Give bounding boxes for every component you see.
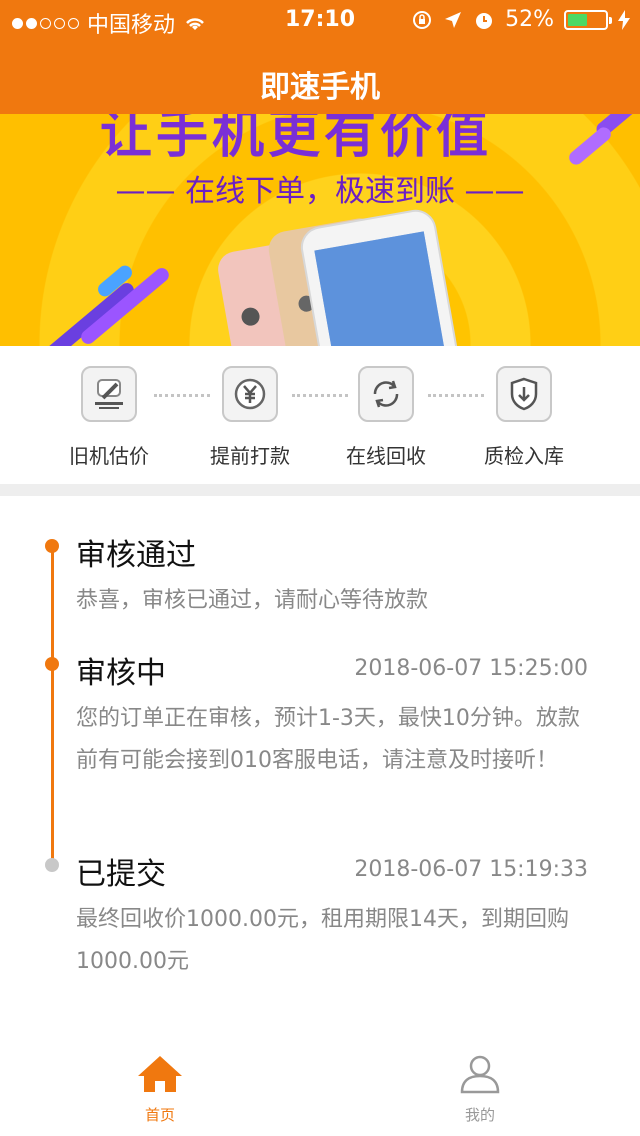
home-icon [138, 1056, 182, 1092]
timeline-node-inactive [45, 858, 59, 872]
timeline-line [51, 546, 54, 860]
rotation-lock-icon [413, 10, 432, 29]
timeline-desc: 最终回收价1000.00元，租用期限14天，到期回购1000.00元 [76, 907, 569, 974]
promo-banner[interactable]: 让手机更有价值 —— 在线下单，极速到账 —— [0, 114, 640, 346]
yen-coin-icon [222, 366, 278, 422]
tab-home[interactable]: 首页 [100, 1054, 220, 1125]
process-steps: 旧机估价 提前打款 在线回收 质检入库 [0, 346, 640, 484]
tab-mine[interactable]: 我的 [420, 1054, 540, 1125]
location-arrow-icon [445, 11, 462, 28]
battery-icon [564, 9, 612, 30]
order-timeline: 审核通过 恭喜，审核已通过，请耐心等待放款 审核中 2018-06-07 15:… [0, 496, 640, 1016]
timeline-time: 2018-06-07 15:25:00 [354, 656, 588, 681]
status-right: 52% [411, 7, 630, 32]
phones-illustration [218, 209, 463, 346]
timeline-title: 审核通过 [76, 538, 196, 573]
tab-mine-label: 我的 [464, 1106, 495, 1124]
user-icon [460, 1055, 500, 1094]
timeline-title: 审核中 [76, 656, 166, 691]
recycle-icon [358, 366, 414, 422]
step-label: 旧机估价 [69, 444, 149, 468]
step-label: 在线回收 [346, 444, 426, 468]
top-bar: 中国移动 17:10 52% 即速手机 [0, 0, 640, 114]
timeline-node-active [45, 539, 59, 553]
step-advance-payment: 提前打款 [185, 366, 315, 469]
step-label: 质检入库 [484, 444, 564, 468]
timeline-title: 已提交 [76, 857, 166, 892]
alarm-icon [476, 12, 493, 29]
shield-download-icon [496, 366, 552, 422]
step-label: 提前打款 [210, 444, 290, 468]
step-online-recycle: 在线回收 [321, 366, 451, 469]
step-old-phone-valuation: 旧机估价 [44, 366, 174, 469]
tab-home-label: 首页 [144, 1106, 175, 1124]
timeline-desc: 您的订单正在审核，预计1-3天，最快10分钟。放款前有可能会接到010客服电话，… [76, 706, 580, 773]
battery-percent: 52% [505, 7, 554, 32]
bottom-tab-bar: 首页 我的 [0, 1040, 640, 1136]
gavel-icon [81, 366, 137, 422]
page-title: 即速手机 [260, 70, 380, 105]
step-quality-check: 质检入库 [459, 366, 589, 469]
section-divider [0, 484, 640, 496]
status-bar: 中国移动 17:10 52% [0, 0, 640, 40]
charging-bolt-icon [618, 9, 630, 30]
timeline-desc: 恭喜，审核已通过，请耐心等待放款 [76, 588, 429, 613]
timeline-node-active [45, 657, 59, 671]
timeline-time: 2018-06-07 15:19:33 [354, 857, 588, 882]
